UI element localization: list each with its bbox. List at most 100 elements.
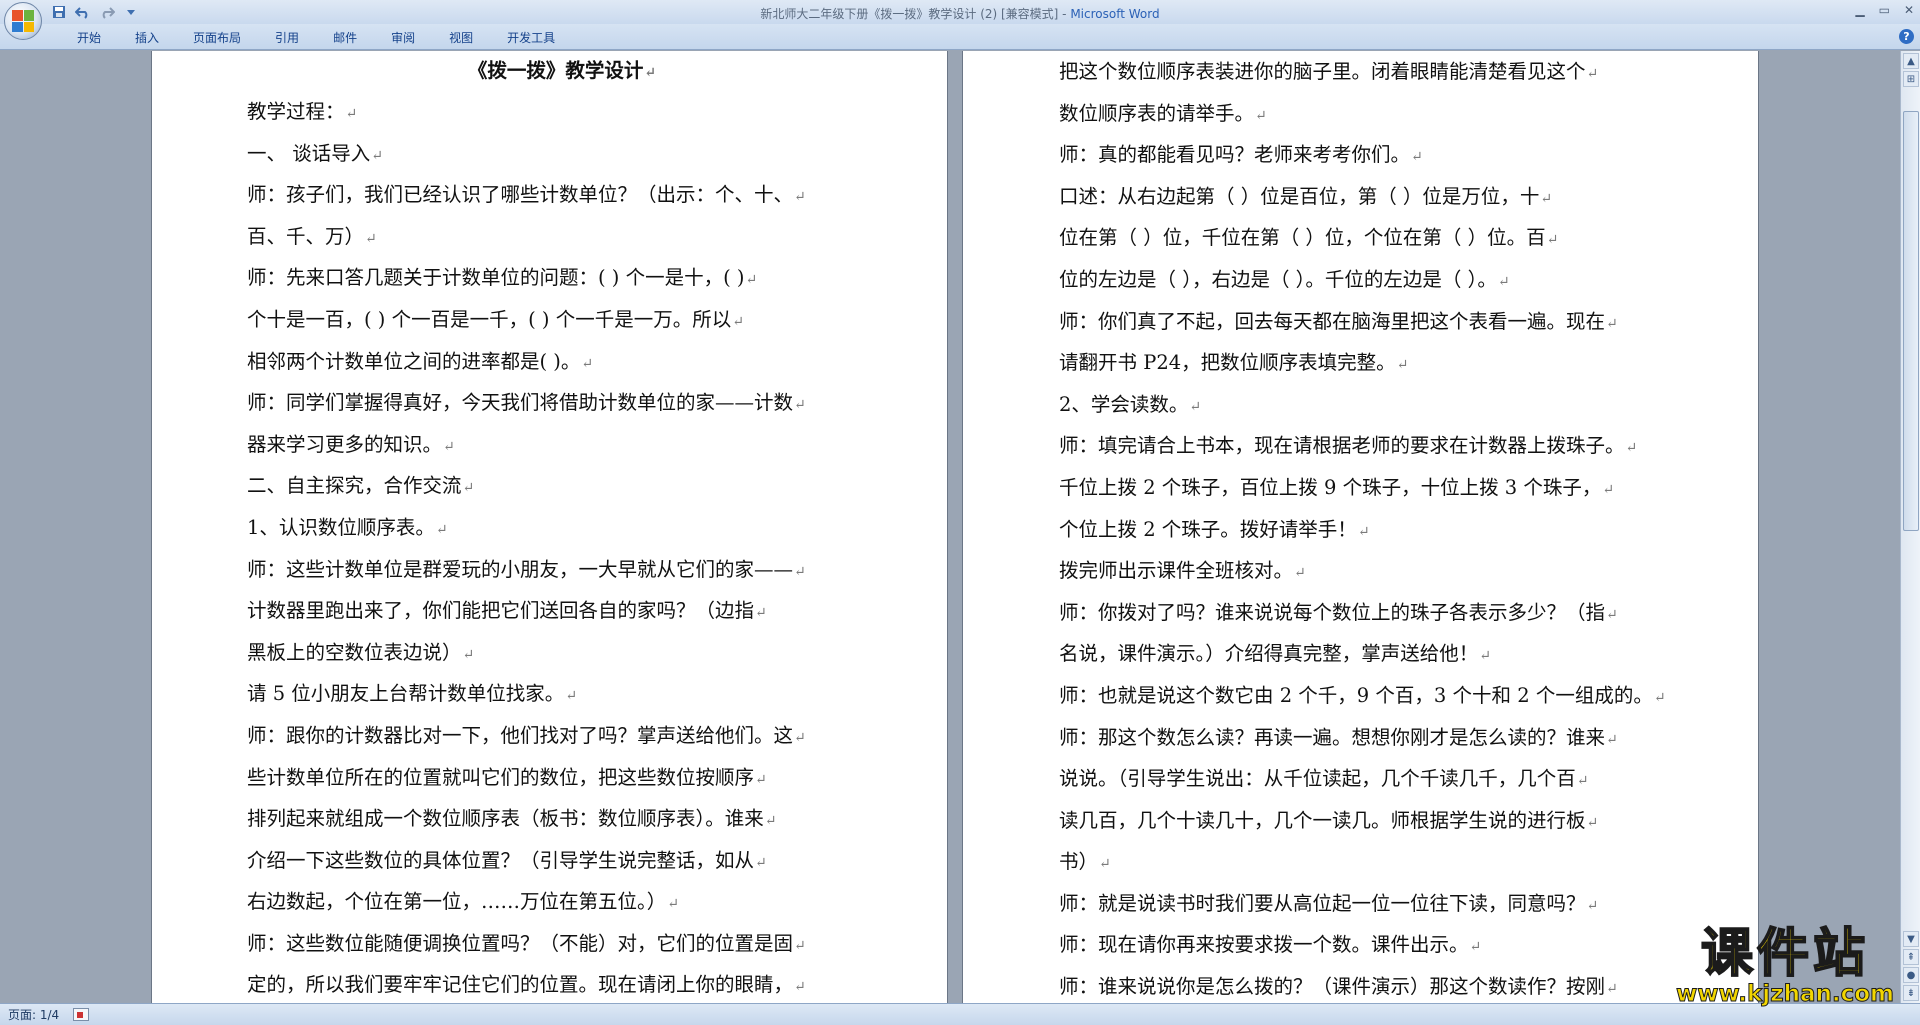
- watermark-name: 课件站: [1700, 924, 1869, 984]
- paragraph-mark-icon: ↵: [794, 979, 806, 996]
- paragraph-mark-icon: ↵: [794, 397, 806, 414]
- document-line: 师：孩子们，我们已经认识了哪些计数单位？（出示：个、十、↵: [247, 174, 877, 216]
- line-text: 师：真的都能看见吗？老师来考考你们。: [1059, 143, 1411, 167]
- document-line: 名说，课件演示。）介绍得真完整，掌声送给他！↵: [1059, 633, 1697, 675]
- paragraph-mark-icon: ↵: [1497, 273, 1510, 290]
- line-text: 计数器里跑出来了，你们能把它们送回各自的家吗？（边指: [247, 599, 755, 623]
- line-text: 些计数单位所在的位置就叫它们的数位，把这些数位按顺序: [247, 765, 755, 789]
- document-line: 数位顺序表的请举手。↵: [1059, 93, 1697, 135]
- document-line: 师：先来口答几题关于计数单位的问题：( ) 个一是十，( )↵: [247, 257, 877, 299]
- tab-insert[interactable]: 插入: [118, 29, 176, 46]
- line-text: 读几百，几个十读几十，几个一读几。师根据学生说的进行板: [1059, 808, 1586, 832]
- document-title: 《拨一拨》教学设计↵: [247, 51, 877, 91]
- minimize-icon[interactable]: ▁: [1855, 3, 1864, 17]
- paragraph-mark-icon: ↵: [565, 688, 578, 705]
- line-text: 书）: [1059, 850, 1099, 874]
- paragraph-mark-icon: ↵: [745, 272, 758, 289]
- paragraph-mark-icon: ↵: [1586, 814, 1599, 831]
- document-line: 黑板上的空数位表边说）↵: [247, 632, 877, 674]
- document-line: 些计数单位所在的位置就叫它们的数位，把这些数位按顺序↵: [247, 757, 877, 799]
- window-title-app: Microsoft Word: [1070, 7, 1160, 21]
- paragraph-mark-icon: ↵: [1602, 481, 1615, 498]
- vertical-scrollbar[interactable]: ▲ ⊞ ▼ ⇞ ● ⇟: [1900, 51, 1920, 1003]
- document-line: 拨完师出示课件全班核对。↵: [1059, 550, 1697, 592]
- help-icon[interactable]: ?: [1899, 29, 1914, 44]
- scroll-up-icon[interactable]: ▲: [1903, 53, 1919, 69]
- document-line: 师：你拨对了吗？谁来说说每个数位上的珠子各表示多少？（指↵: [1059, 592, 1697, 634]
- document-line: 相邻两个计数单位之间的进率都是( )。↵: [247, 341, 877, 383]
- tab-home[interactable]: 开始: [60, 29, 118, 46]
- paragraph-mark-icon: ↵: [365, 230, 377, 247]
- close-icon[interactable]: ✕: [1904, 3, 1914, 17]
- ruler-toggle-icon[interactable]: ⊞: [1903, 71, 1919, 87]
- line-text: 师：现在请你再来按要求拨一个数。课件出示。: [1059, 933, 1469, 957]
- paragraph-mark-icon: ↵: [1606, 315, 1618, 332]
- paragraph-mark-icon: ↵: [794, 189, 806, 206]
- document-line: 个位上拨 2 个珠子。拨好请举手！↵: [1059, 509, 1697, 551]
- line-text: 口述：从右边起第（ ）位是百位，第（ ）位是万位，十: [1059, 184, 1540, 208]
- line-text: 个位上拨 2 个珠子。拨好请举手！: [1059, 517, 1357, 541]
- document-line: 师：就是说读书时我们要从高位起一位一位往下读，同意吗？↵: [1059, 883, 1697, 925]
- document-line: 计数器里跑出来了，你们能把它们送回各自的家吗？（边指↵: [247, 590, 877, 632]
- document-page-left[interactable]: 《拨一拨》教学设计↵ 教学过程：↵ 一、 谈话导入↵ 师：孩子们，我们已经认识了哪些计…: [151, 51, 948, 1003]
- window-controls: ▁ ▭ ✕: [1855, 3, 1914, 17]
- document-line: 把这个数位顺序表装进你的脑子里。闭着眼睛能清楚看见这个↵: [1059, 51, 1697, 93]
- paragraph-mark-icon: ↵: [345, 106, 358, 122]
- document-page-right[interactable]: 把这个数位顺序表装进你的脑子里。闭着眼睛能清楚看见这个↵ 数位顺序表的请举手。↵…: [962, 51, 1759, 1003]
- document-line: 师：那这个数怎么读？再读一遍。想想你刚才是怎么读的？谁来↵: [1059, 717, 1697, 759]
- scrollbar-thumb[interactable]: [1903, 111, 1919, 531]
- paragraph-mark-icon: ↵: [1625, 440, 1638, 457]
- line-text: 师：就是说读书时我们要从高位起一位一位往下读，同意吗？: [1059, 891, 1586, 915]
- document-line: 千位上拨 2 个珠子，百位上拨 9 个珠子，十位上拨 3 个珠子，↵: [1059, 467, 1697, 509]
- line-text: 教学过程：: [247, 100, 345, 123]
- line-text: 请 5 位小朋友上台帮计数单位找家。: [247, 682, 565, 706]
- paragraph-mark-icon: ↵: [1606, 606, 1618, 623]
- tab-page-layout[interactable]: 页面布局: [176, 29, 258, 46]
- tab-review[interactable]: 审阅: [374, 29, 432, 46]
- status-bar: 页面: 1/4: [0, 1003, 1920, 1025]
- paragraph-mark-icon: ↵: [755, 854, 767, 871]
- paragraph-mark-icon: ↵: [1576, 773, 1589, 790]
- line-text: 个十是一百，( ) 个一百是一千，( ) 个一千是一万。所以: [247, 307, 732, 331]
- paragraph-mark-icon: ↵: [1586, 66, 1599, 82]
- next-page-icon[interactable]: ⇟: [1903, 985, 1919, 1001]
- line-text: 师：这些计数单位是群爱玩的小朋友，一大早就从它们的家——: [247, 557, 794, 581]
- tab-references[interactable]: 引用: [258, 29, 316, 46]
- maximize-icon[interactable]: ▭: [1879, 3, 1890, 17]
- tab-view[interactable]: 视图: [432, 29, 490, 46]
- proofing-icon[interactable]: [73, 1008, 90, 1021]
- line-text: 相邻两个计数单位之间的进率都是( )。: [247, 349, 581, 373]
- tab-mailings[interactable]: 邮件: [316, 29, 374, 46]
- line-text: 师：填完请合上书本，现在请根据老师的要求在计数器上拨珠子。: [1059, 434, 1625, 458]
- line-text: 一、 谈话导入: [247, 141, 371, 165]
- page-right-content: 把这个数位顺序表装进你的脑子里。闭着眼睛能清楚看见这个↵ 数位顺序表的请举手。↵…: [1059, 51, 1697, 1003]
- paragraph-mark-icon: ↵: [794, 563, 806, 580]
- previous-page-icon[interactable]: ⇞: [1903, 949, 1919, 965]
- page-left-content: 《拨一拨》教学设计↵ 教学过程：↵ 一、 谈话导入↵ 师：孩子们，我们已经认识了哪些计…: [247, 51, 877, 1003]
- line-text: 师：谁来说说你是怎么拨的？（课件演示）那这个数读作？按刚: [1059, 975, 1606, 999]
- line-text: 1、认识数位顺序表。: [247, 515, 435, 539]
- line-text: 二、自主探究，合作交流: [247, 474, 462, 498]
- window-title-document: 新北师大二年级下册《拨一拨》教学设计 (2) [兼容模式] -: [760, 7, 1071, 21]
- document-line: 口述：从右边起第（ ）位是百位，第（ ）位是万位，十↵: [1059, 176, 1697, 218]
- scroll-down-icon[interactable]: ▼: [1903, 931, 1919, 947]
- line-text: 师：孩子们，我们已经认识了哪些计数单位？（出示：个、十、: [247, 183, 794, 207]
- document-line: 请翻开书 P24，把数位顺序表填完整。↵: [1059, 342, 1697, 384]
- office-button[interactable]: [4, 2, 42, 40]
- tab-developer[interactable]: 开发工具: [490, 29, 572, 46]
- document-line: 1、认识数位顺序表。↵: [247, 507, 877, 549]
- document-line: 师：也就是说这个数它由 2 个千，9 个百，3 个十和 2 个一组成的。↵: [1059, 675, 1697, 717]
- document-line: 右边数起，个位在第一位，……万位在第五位。）↵: [247, 881, 877, 923]
- paragraph-mark-icon: ↵: [732, 313, 744, 330]
- line-text: 师：跟你的计数器比对一下，他们找对了吗？掌声送给他们。这: [247, 723, 794, 747]
- line-text: 师：这些数位能随便调换位置吗？（不能）对，它们的位置是固: [247, 931, 794, 955]
- paragraph-mark-icon: ↵: [1411, 149, 1423, 166]
- paragraph-mark-icon: ↵: [581, 355, 594, 372]
- paragraph-mark-icon: ↵: [1546, 232, 1559, 249]
- document-line: 师：你们真了不起，回去每天都在脑海里把这个表看一遍。现在↵: [1059, 301, 1697, 343]
- browse-object-icon[interactable]: ●: [1903, 967, 1919, 983]
- status-page-number[interactable]: 页面: 1/4: [8, 1006, 59, 1023]
- document-line: 排列起来就组成一个数位顺序表（板书：数位顺序表）。谁来↵: [247, 798, 877, 840]
- line-text: 拨完师出示课件全班核对。: [1059, 559, 1294, 583]
- paragraph-mark-icon: ↵: [1479, 648, 1491, 665]
